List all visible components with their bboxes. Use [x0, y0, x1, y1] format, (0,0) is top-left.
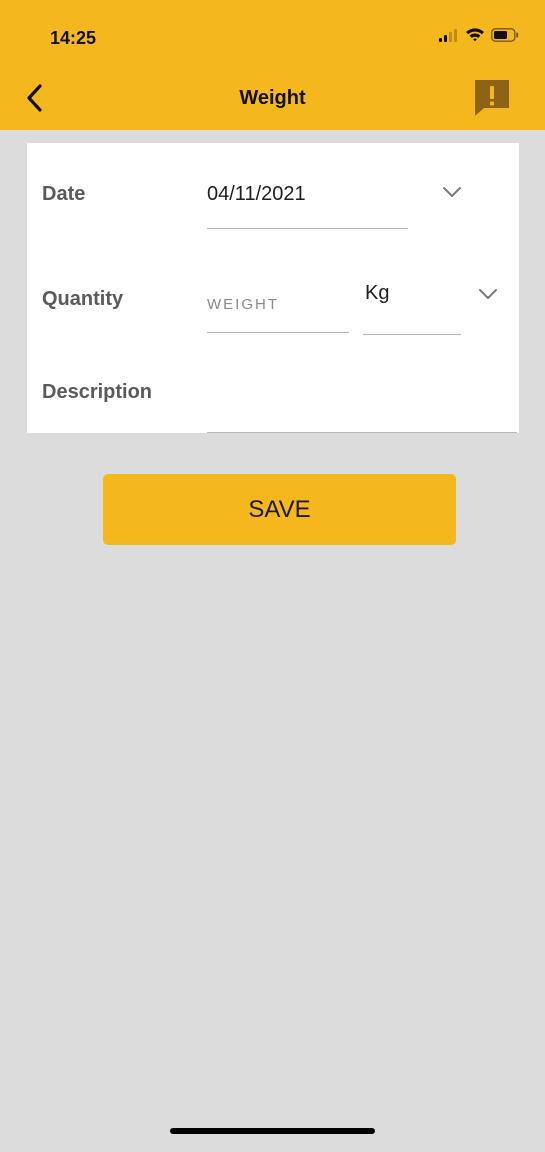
weight-underline	[207, 332, 349, 333]
entry-form-card: Date 04/11/2021 Quantity WEIGHT Kg Descr…	[27, 143, 519, 433]
app-header: 14:25 Weight	[0, 0, 545, 130]
weight-input[interactable]: WEIGHT	[207, 296, 279, 313]
status-time: 14:25	[50, 28, 97, 48]
save-button[interactable]: SAVE	[103, 474, 456, 545]
home-indicator	[170, 1128, 375, 1134]
unit-select[interactable]: Kg	[365, 282, 389, 305]
description-label: Description	[42, 381, 153, 403]
date-label: Date	[42, 183, 86, 205]
date-value[interactable]: 04/11/2021	[207, 183, 306, 206]
unit-dropdown-chevron-down-icon[interactable]	[478, 288, 498, 300]
battery-icon	[491, 27, 519, 42]
wifi-icon	[466, 28, 484, 42]
report-issue-icon[interactable]	[472, 78, 512, 118]
description-input[interactable]	[207, 381, 517, 431]
date-dropdown-chevron-down-icon[interactable]	[442, 186, 462, 198]
date-underline	[207, 228, 408, 229]
unit-underline	[363, 334, 461, 335]
page-title: Weight	[239, 87, 306, 109]
quantity-label: Quantity	[42, 288, 124, 310]
description-underline	[207, 432, 517, 433]
cellular-signal-icon	[439, 28, 457, 42]
status-icons	[439, 27, 519, 42]
